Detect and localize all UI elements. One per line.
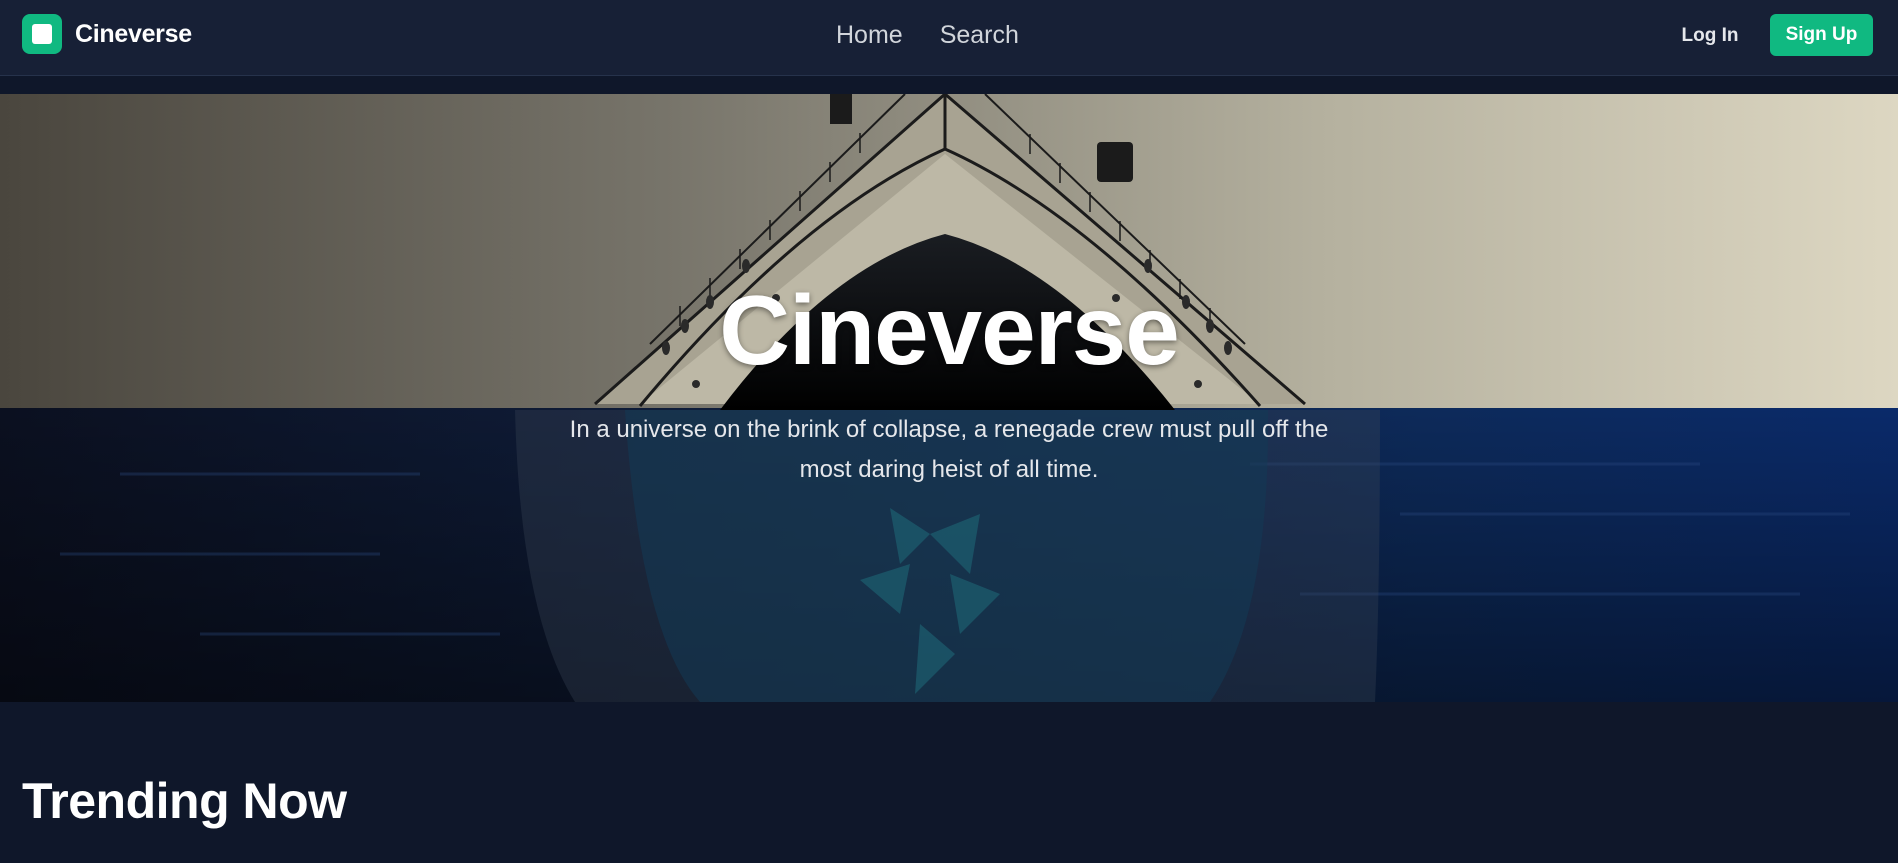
top-navbar: Cineverse Home Search Log In Sign Up xyxy=(0,0,1898,76)
main-nav: Home Search xyxy=(836,18,1019,52)
hero-banner: Cineverse In a universe on the brink of … xyxy=(0,94,1898,702)
hero-title: Cineverse xyxy=(719,275,1180,385)
hero-tagline: In a universe on the brink of collapse, … xyxy=(569,416,1329,483)
brand-link[interactable]: Cineverse xyxy=(22,14,192,54)
nav-search-link[interactable]: Search xyxy=(940,21,1019,50)
brand-name: Cineverse xyxy=(75,19,192,48)
hero-backdrop-image xyxy=(0,94,1898,702)
login-button[interactable]: Log In xyxy=(1664,18,1756,54)
logo-icon xyxy=(22,14,62,54)
trending-section-title: Trending Now xyxy=(22,773,347,829)
nav-home-link[interactable]: Home xyxy=(836,21,903,50)
signup-button[interactable]: Sign Up xyxy=(1770,14,1873,56)
